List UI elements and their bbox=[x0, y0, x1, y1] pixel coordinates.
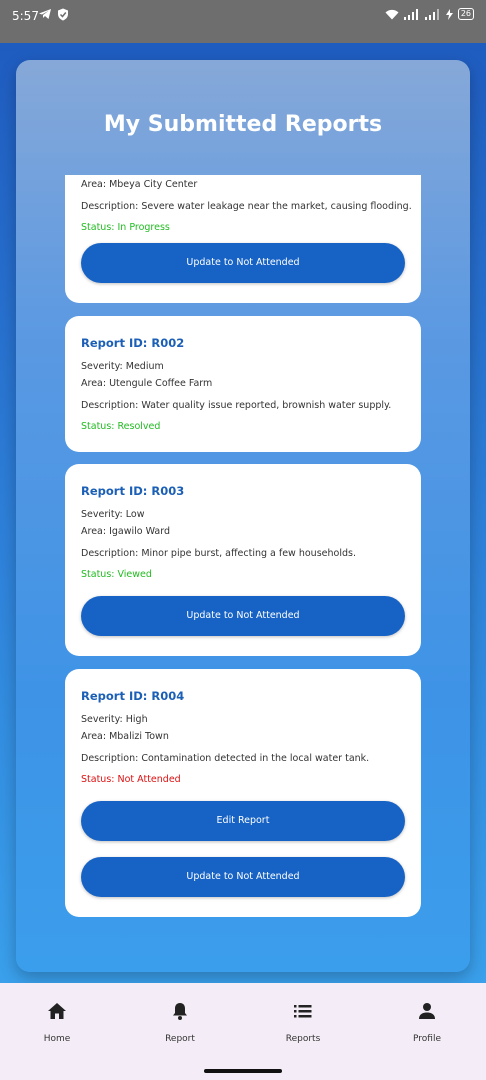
bell-icon bbox=[173, 1003, 187, 1020]
report-area: Area: Mbeya City Center bbox=[81, 179, 198, 190]
report-area: Area: Utengule Coffee Farm bbox=[81, 378, 213, 389]
nav-label-home: Home bbox=[43, 1034, 71, 1044]
nav-label-report: Report bbox=[165, 1034, 195, 1044]
report-severity: Severity: Low bbox=[81, 509, 145, 520]
report-description: Description: Minor pipe burst, affecting… bbox=[81, 548, 356, 559]
nav-reports[interactable]: Reports bbox=[242, 983, 364, 1065]
report-status: Status: In Progress bbox=[81, 222, 170, 233]
status-bar: 5:57 26 bbox=[0, 0, 486, 43]
reports-list[interactable]: Area: Mbeya City Center Description: Sev… bbox=[65, 175, 421, 972]
report-description: Description: Water quality issue reporte… bbox=[81, 400, 392, 411]
bottom-nav: Home Report Reports Profile bbox=[0, 983, 486, 1065]
signal-icon bbox=[403, 8, 418, 20]
report-severity: Severity: High bbox=[81, 714, 148, 725]
nav-label-profile: Profile bbox=[413, 1034, 441, 1044]
person-icon bbox=[419, 1003, 435, 1019]
edit-report-button[interactable]: Edit Report bbox=[81, 801, 405, 841]
nav-label-reports: Reports bbox=[285, 1034, 321, 1044]
report-id: Report ID: R002 bbox=[81, 336, 185, 350]
home-icon bbox=[48, 1003, 66, 1019]
report-id: Report ID: R004 bbox=[81, 689, 185, 703]
report-severity: Severity: Medium bbox=[81, 361, 164, 372]
battery-icon: 26 bbox=[457, 8, 474, 20]
list-icon bbox=[294, 1005, 312, 1018]
nav-report[interactable]: Report bbox=[119, 983, 241, 1065]
reports-panel: My Submitted Reports Area: Mbeya City Ce… bbox=[16, 60, 470, 972]
nav-profile[interactable]: Profile bbox=[366, 983, 486, 1065]
wifi-icon bbox=[385, 9, 399, 19]
update-to-not-attended-button[interactable]: Update to Not Attended bbox=[81, 596, 405, 636]
telegram-icon bbox=[39, 9, 51, 19]
report-status: Status: Not Attended bbox=[81, 774, 181, 785]
report-card: Area: Mbeya City Center Description: Sev… bbox=[65, 175, 421, 303]
update-to-not-attended-button[interactable]: Update to Not Attended bbox=[81, 243, 405, 283]
nav-home[interactable]: Home bbox=[0, 983, 118, 1065]
report-area: Area: Igawilo Ward bbox=[81, 526, 170, 537]
charging-icon bbox=[445, 8, 453, 20]
report-status: Status: Resolved bbox=[81, 421, 161, 432]
signal-icon-2 bbox=[424, 8, 439, 20]
home-indicator[interactable] bbox=[204, 1069, 282, 1073]
report-card: Report ID: R002 Severity: Medium Area: U… bbox=[65, 316, 421, 452]
status-time: 5:57 bbox=[12, 9, 39, 23]
report-card: Report ID: R003 Severity: Low Area: Igaw… bbox=[65, 464, 421, 656]
update-to-not-attended-button[interactable]: Update to Not Attended bbox=[81, 857, 405, 897]
report-description: Description: Severe water leakage near t… bbox=[81, 201, 412, 212]
report-description: Description: Contamination detected in t… bbox=[81, 753, 370, 764]
gesture-bar bbox=[0, 1065, 486, 1080]
report-card: Report ID: R004 Severity: High Area: Mba… bbox=[65, 669, 421, 917]
report-status: Status: Viewed bbox=[81, 569, 152, 580]
report-area: Area: Mbalizi Town bbox=[81, 731, 169, 742]
shield-icon bbox=[58, 8, 68, 21]
page-title: My Submitted Reports bbox=[103, 112, 383, 137]
report-id: Report ID: R003 bbox=[81, 484, 185, 498]
